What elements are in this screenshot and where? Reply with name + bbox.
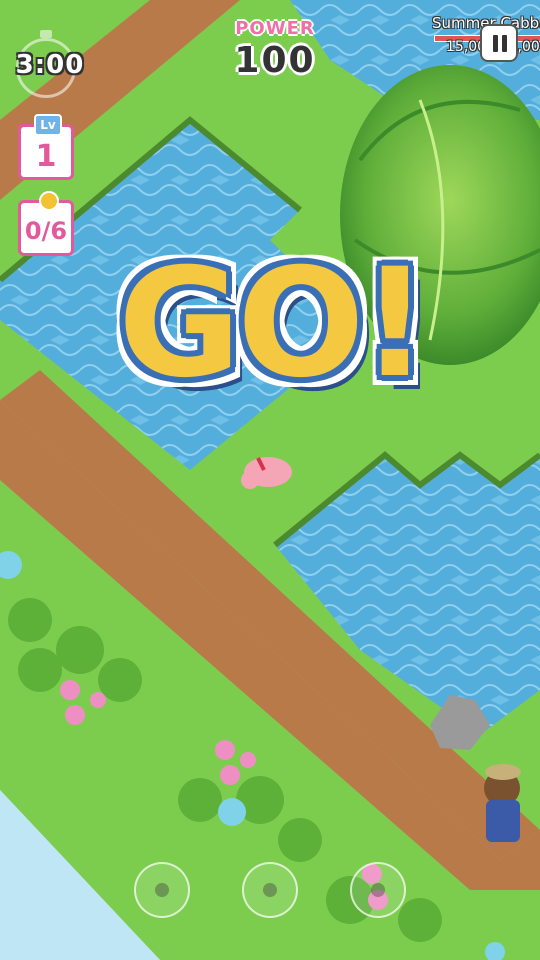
- power-value: 100: [234, 40, 316, 81]
- joystick-right[interactable]: [350, 862, 406, 918]
- coin-count: 0/6: [24, 217, 68, 245]
- stopwatch-icon: [40, 30, 52, 38]
- level-value: 1: [35, 139, 57, 174]
- pause-button[interactable]: [480, 24, 518, 62]
- level-label: Lv: [34, 114, 62, 136]
- joystick-center[interactable]: [242, 862, 298, 918]
- stopwatch-timer: 3:00: [10, 30, 86, 106]
- pause-icon-bar: [502, 35, 507, 52]
- go-banner: GO!: [118, 237, 429, 411]
- joystick-dot-icon: [263, 883, 277, 897]
- farmer-enemy: [484, 764, 521, 842]
- coin-icon: [39, 191, 59, 211]
- pause-icon: [493, 35, 498, 52]
- game-world: [0, 0, 540, 960]
- joystick-dot-icon: [155, 883, 169, 897]
- coin-badge: 0/6: [18, 191, 74, 256]
- level-badge: Lv 1: [18, 114, 74, 180]
- timer-value: 3:00: [15, 50, 85, 80]
- joystick-left[interactable]: [134, 862, 190, 918]
- power-label: POWER: [235, 18, 315, 39]
- joystick-dot-icon: [371, 883, 385, 897]
